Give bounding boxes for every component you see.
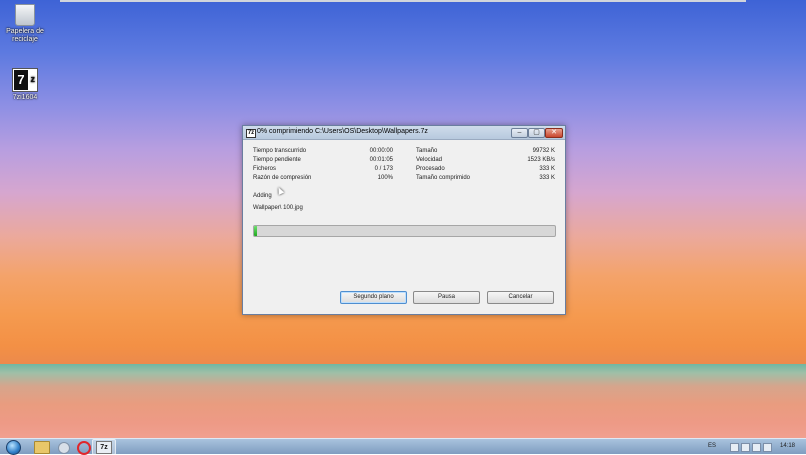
current-file-label: Wallpaper\ 100.jpg <box>253 205 303 211</box>
seven-zip-icon: 7z <box>12 68 38 92</box>
explorer-folder-icon[interactable] <box>34 441 50 454</box>
background-button[interactable]: Segundo plano <box>340 291 407 304</box>
seven-zip-taskbar-icon[interactable]: 7z <box>96 441 112 454</box>
tray-arrow-icon[interactable] <box>730 443 739 452</box>
close-icon: ✕ <box>551 129 557 136</box>
minimize-icon: – <box>517 129 522 136</box>
size-label: Tamaño <box>416 148 438 154</box>
flag-icon[interactable] <box>741 443 750 452</box>
compression-ratio-value: 100% <box>377 175 393 181</box>
files-value: 0 / 173 <box>374 166 393 172</box>
processed-label: Procesado <box>416 166 445 172</box>
desktop: Papelera de reciclaje 7z 7zi1604 7z 0% c… <box>0 0 806 438</box>
maximize-button[interactable]: ▢ <box>528 128 545 138</box>
language-indicator[interactable]: ES <box>708 442 716 450</box>
wallpaper-sea <box>0 364 806 438</box>
remaining-time-value: 00:01:05 <box>369 157 393 163</box>
processed-value: 333 K <box>539 166 555 172</box>
taskbar: 7z ES 14:18 <box>0 438 806 455</box>
desktop-icon-label: Papelera de reciclaje <box>6 28 44 43</box>
compressed-size-label: Tamaño comprimido <box>416 175 471 181</box>
window-titlebar[interactable]: 7z 0% comprimiendo C:\Users\OS\Desktop\W… <box>243 126 565 140</box>
network-icon[interactable] <box>752 443 761 452</box>
seven-zip-icon: 7z <box>246 129 256 138</box>
compression-ratio-label: Razón de compresión <box>253 175 312 181</box>
clock[interactable]: 14:18 <box>780 442 795 450</box>
media-player-icon[interactable] <box>58 442 70 454</box>
progress-bar-fill <box>254 226 257 236</box>
speed-value: 1523 KB/s <box>527 157 555 163</box>
volume-icon[interactable] <box>763 443 772 452</box>
progress-bar <box>253 225 556 237</box>
speed-label: Velocidad <box>416 157 443 163</box>
elapsed-time-value: 00:00:00 <box>369 148 393 154</box>
desktop-icon-7zip-installer[interactable]: 7z 7zi1604 <box>0 68 50 102</box>
top-edge-bar <box>60 0 746 2</box>
minimize-button[interactable]: – <box>511 128 528 138</box>
pause-button[interactable]: Pausa <box>413 291 480 304</box>
desktop-icon-recycle-bin[interactable]: Papelera de reciclaje <box>0 4 50 44</box>
maximize-icon: ▢ <box>533 129 540 136</box>
window-content: Tiempo transcurrido 00:00:00 Tiempo pend… <box>243 140 565 314</box>
recycle-bin-icon <box>15 4 35 26</box>
files-label: Ficheros <box>253 166 277 172</box>
size-value: 99732 K <box>532 148 555 154</box>
remaining-time-label: Tiempo pendiente <box>253 157 301 163</box>
compressed-size-value: 333 K <box>539 175 555 181</box>
window-title: 0% comprimiendo C:\Users\OS\Desktop\Wall… <box>257 128 428 135</box>
desktop-icon-label: 7zi1604 <box>12 94 38 101</box>
current-action-label: Adding <box>253 193 272 199</box>
compression-progress-window: 7z 0% comprimiendo C:\Users\OS\Desktop\W… <box>242 125 566 315</box>
cancel-button[interactable]: Cancelar <box>487 291 554 304</box>
close-button[interactable]: ✕ <box>545 128 563 138</box>
elapsed-time-label: Tiempo transcurrido <box>253 148 307 154</box>
